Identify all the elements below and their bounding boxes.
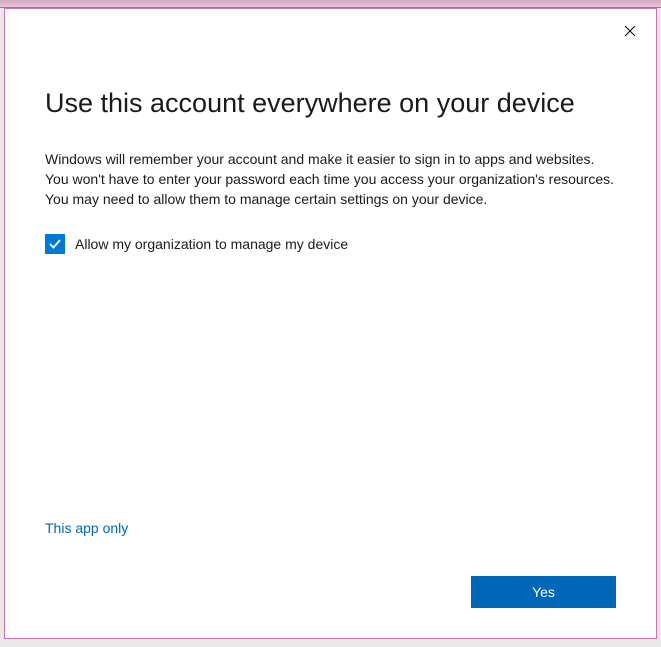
button-row: Yes [45, 576, 616, 608]
allow-manage-label[interactable]: Allow my organization to manage my devic… [75, 236, 348, 252]
close-icon [624, 25, 636, 37]
spacer [45, 254, 616, 520]
checkbox-row: Allow my organization to manage my devic… [45, 234, 616, 254]
this-app-only-link[interactable]: This app only [45, 520, 128, 536]
account-dialog: Use this account everywhere on your devi… [4, 8, 657, 639]
browser-tab-strip [0, 0, 661, 8]
link-row: This app only [45, 520, 616, 538]
dialog-content: Use this account everywhere on your devi… [5, 9, 656, 638]
allow-manage-checkbox[interactable] [45, 234, 65, 254]
dialog-title: Use this account everywhere on your devi… [45, 87, 616, 121]
dialog-description: Windows will remember your account and m… [45, 149, 616, 210]
checkmark-icon [48, 237, 62, 251]
close-button[interactable] [618, 19, 642, 43]
yes-button[interactable]: Yes [471, 576, 616, 608]
